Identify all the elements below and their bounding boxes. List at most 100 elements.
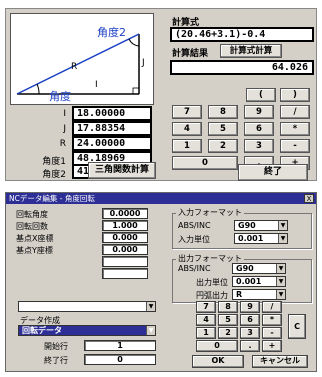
dialog-title: NCデータ編集 - 角度回転 [9, 194, 95, 203]
start-row-input[interactable]: 1 [84, 340, 156, 351]
dkey-plus[interactable]: + [262, 340, 282, 352]
key-3[interactable]: 3 [244, 139, 274, 153]
key-8[interactable]: 8 [208, 105, 238, 119]
field-r-label: R [59, 139, 66, 149]
dkey-3[interactable]: 3 [240, 327, 260, 339]
output-unit-label: 出力単位 [196, 278, 228, 287]
trig-calc-button[interactable]: 三角関数計算 [88, 162, 156, 179]
base-y-label: 基点Y座標 [16, 246, 53, 255]
key-2[interactable]: 2 [208, 139, 238, 153]
rotation-count-input[interactable]: 1.000 [102, 220, 148, 231]
arc-output-label: 円弧出力 [196, 291, 228, 300]
key-minus[interactable]: - [280, 139, 310, 153]
end-button[interactable]: 終了 [238, 164, 308, 181]
dkey-5[interactable]: 5 [218, 314, 238, 326]
base-x-label: 基点X座標 [16, 234, 54, 243]
key-divide[interactable]: / [280, 105, 310, 119]
input-unit-value: 0.001 [238, 234, 264, 243]
key-1[interactable]: 1 [172, 139, 202, 153]
output-unit-select[interactable]: 0.001 ▼ [232, 276, 286, 287]
base-y-input[interactable]: 0.000 [102, 244, 148, 255]
input-abs-value: G90 [238, 221, 256, 230]
input-unit-select[interactable]: 0.001 ▼ [234, 233, 288, 244]
output-unit-value: 0.001 [236, 277, 262, 286]
output-abs-label: ABS/INC [178, 264, 211, 273]
formula-input[interactable]: (20.46+3.1)-0.4 [170, 27, 314, 42]
data-create-select[interactable]: 回転データ ▼ [18, 325, 156, 336]
dkey-1[interactable]: 1 [196, 327, 216, 339]
rotation-angle-input[interactable]: 0.0000 [102, 208, 148, 219]
empty-field-2[interactable] [102, 268, 148, 279]
key-4[interactable]: 4 [172, 122, 202, 136]
result-display: 64.026 [170, 60, 314, 75]
dkey-6[interactable]: 6 [240, 314, 260, 326]
chevron-down-icon: ▼ [276, 290, 285, 299]
base-x-input[interactable]: 0.000 [102, 232, 148, 243]
chevron-down-icon: ▼ [276, 264, 285, 273]
dkey-minus[interactable]: - [262, 327, 282, 339]
chevron-down-icon: ▼ [278, 221, 287, 230]
chevron-down-icon: ▼ [278, 234, 287, 243]
dkey-7[interactable]: 7 [196, 301, 216, 313]
arc-output-value: R [236, 290, 243, 299]
field-i-input[interactable]: 18.00000 [72, 106, 152, 121]
r-label: R [71, 62, 78, 72]
chevron-down-icon: ▼ [146, 326, 155, 335]
key-close-paren[interactable]: ) [280, 88, 310, 102]
output-abs-value: G90 [236, 264, 254, 273]
field-r-input[interactable]: 24.00000 [72, 136, 152, 151]
data-create-value: 回転データ [22, 326, 62, 335]
key-6[interactable]: 6 [244, 122, 274, 136]
key-open-paren[interactable]: ( [246, 88, 276, 102]
arc-output-select[interactable]: R ▼ [232, 289, 286, 300]
key-5[interactable]: 5 [208, 122, 238, 136]
dialog-titlebar: NCデータ編集 - 角度回転 X [6, 193, 316, 204]
end-row-label: 終了行 [44, 356, 68, 365]
rotation-angle-label: 回転角度 [16, 210, 48, 219]
output-format-label: 出力フォーマット [176, 254, 244, 263]
input-abs-label: ABS/INC [178, 221, 211, 230]
dkey-8[interactable]: 8 [218, 301, 238, 313]
empty-combo[interactable]: ▼ [18, 301, 156, 312]
input-format-label: 入力フォーマット [176, 208, 244, 217]
chevron-down-icon: ▼ [146, 302, 155, 311]
close-icon[interactable]: X [304, 194, 314, 203]
key-multiply[interactable]: * [280, 122, 310, 136]
dkey-0[interactable]: 0 [196, 340, 238, 352]
field-j-label: J [63, 124, 66, 134]
dkey-4[interactable]: 4 [196, 314, 216, 326]
result-label: 計算結果 [172, 49, 209, 59]
formula-calc-button[interactable]: 計算式計算 [220, 44, 282, 58]
key-0[interactable]: 0 [172, 156, 238, 170]
field-angle2-label: 角度2 [42, 170, 66, 180]
input-unit-label: 入力単位 [178, 235, 210, 244]
angle2-label: 角度2 [97, 26, 126, 39]
end-row-input[interactable]: 0 [84, 354, 156, 365]
chevron-down-icon: ▼ [276, 277, 285, 286]
dkey-multiply[interactable]: * [262, 314, 282, 326]
cancel-button[interactable]: キャンセル [252, 355, 308, 368]
angle-label: 角度 [49, 90, 71, 103]
i-label: I [95, 80, 98, 90]
output-abs-select[interactable]: G90 ▼ [232, 263, 286, 274]
rotation-count-label: 回転回数 [16, 222, 48, 231]
dkey-2[interactable]: 2 [218, 327, 238, 339]
triangle-diagram: 角度2 角度 R I J [10, 13, 154, 105]
field-angle1-label: 角度1 [42, 157, 66, 167]
start-row-label: 開始行 [44, 342, 68, 351]
key-7[interactable]: 7 [172, 105, 202, 119]
input-abs-select[interactable]: G90 ▼ [234, 220, 288, 231]
dkey-dot[interactable]: . [240, 340, 260, 352]
dkey-clear[interactable]: C [288, 314, 306, 339]
nc-edit-dialog: NCデータ編集 - 角度回転 X 回転角度 0.0000 回転回数 1.000 … [5, 192, 317, 372]
empty-field-1[interactable] [102, 256, 148, 267]
dkey-9[interactable]: 9 [240, 301, 260, 313]
field-i-label: I [63, 109, 66, 119]
ok-button[interactable]: OK [192, 355, 244, 368]
dkey-divide[interactable]: / [262, 301, 282, 313]
j-label: J [142, 58, 145, 68]
calculator-window: 角度2 角度 R I J 計算式 (20.46+3.1)-0.4 計算結果 計算… [5, 8, 317, 181]
triangle-drawing [16, 33, 140, 95]
key-9[interactable]: 9 [244, 105, 274, 119]
field-j-input[interactable]: 17.88354 [72, 121, 152, 136]
